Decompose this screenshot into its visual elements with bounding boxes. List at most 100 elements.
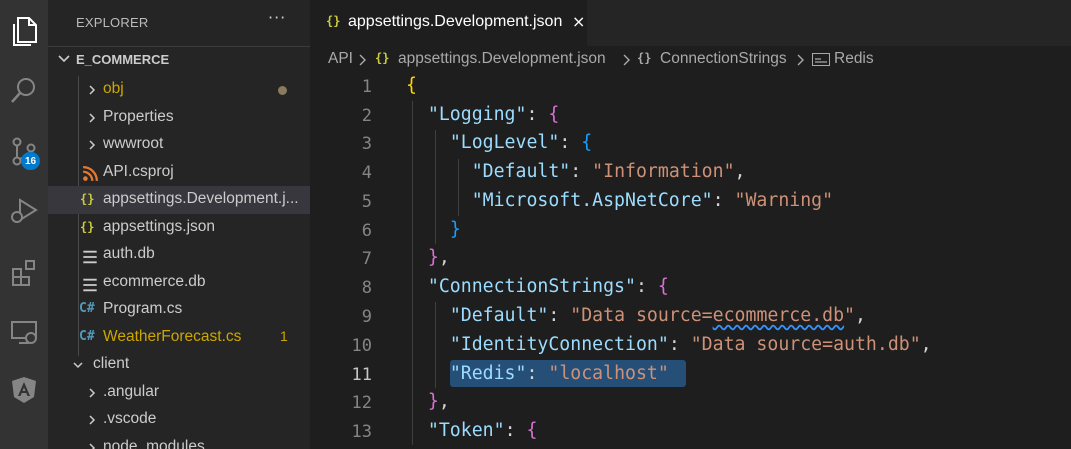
json-key: "Logging"	[427, 104, 527, 125]
code-line: "IdentityConnection": "Data source=auth.…	[449, 334, 932, 355]
code-line: "ConnectionStrings": {	[427, 276, 669, 297]
line-number: 13	[351, 422, 372, 442]
tree-item-label: appsettings.json	[103, 217, 216, 235]
code-line: "Logging": {	[427, 104, 560, 125]
tree-item-auth-db[interactable]: auth.db	[48, 241, 310, 269]
code-line: "Default": "Information",	[471, 161, 746, 182]
line-number: 4	[361, 163, 372, 183]
tree-item-vscode[interactable]: .vscode	[48, 406, 310, 434]
extensions-icon[interactable]	[0, 248, 48, 296]
chevron-right-icon	[623, 54, 630, 66]
search-icon[interactable]	[0, 66, 48, 114]
code-line: "Token": {	[427, 420, 538, 441]
workspace-section-header[interactable]: E_COMMERCE	[48, 46, 310, 72]
tree-item-label: Properties	[103, 107, 174, 125]
line-number: 1	[361, 77, 372, 97]
line-number: 7	[361, 249, 372, 269]
tab-appsettings-development[interactable]: {} appsettings.Development.json ×	[310, 0, 587, 46]
code-line: }	[449, 219, 461, 240]
tree-item-api-csproj[interactable]: API.csproj	[48, 159, 310, 187]
tree-item-node-modules[interactable]: node_modules	[48, 434, 310, 449]
tree-item-label: appsettings.Development.j...	[103, 190, 299, 207]
line-number: 12	[351, 393, 372, 413]
json-key: "Microsoft.AspNetCore"	[471, 190, 713, 211]
json-key: "LogLevel"	[449, 132, 560, 153]
tree-item-label: .vscode	[103, 410, 157, 427]
breadcrumb-connectionstrings[interactable]: ConnectionStrings	[660, 50, 787, 68]
tree-item-label: ecommerce.db	[103, 272, 206, 290]
tab-label: appsettings.Development.json	[348, 13, 563, 30]
code-editor[interactable]: 1 2 3 4 5 6 7 8 9 10 11 12 13 { "Logging…	[310, 74, 1071, 449]
editor-tab-bar: {} appsettings.Development.json ×	[310, 0, 1071, 46]
chevron-right-icon	[89, 387, 96, 398]
json-braces-icon: {}	[375, 51, 390, 65]
breadcrumb-file[interactable]: appsettings.Development.json	[398, 50, 606, 68]
modified-indicator	[278, 86, 287, 95]
tree-item-angular[interactable]: .angular	[48, 379, 310, 407]
chevron-right-icon	[89, 85, 96, 95]
chevron-right-icon	[89, 140, 96, 150]
tree-item-label: node_modules	[103, 437, 205, 449]
code-line: },	[427, 247, 450, 268]
csharp-icon: C#	[79, 328, 95, 344]
chevron-down-icon	[58, 55, 70, 63]
tree-item-label: wwwroot	[103, 135, 164, 152]
breadcrumb: API {} appsettings.Development.json {} C…	[310, 46, 1071, 74]
tree-item-appsettings-development[interactable]: {} appsettings.Development.j...	[48, 186, 310, 214]
tree-item-label: obj	[103, 80, 124, 97]
files-icon[interactable]	[0, 8, 48, 56]
json-string: "Warning"	[734, 190, 834, 211]
json-key: "Default"	[471, 161, 571, 182]
code-line: "Microsoft.AspNetCore": "Warning"	[471, 190, 834, 211]
json-string: "Data source=	[570, 305, 713, 326]
line-number: 6	[361, 221, 372, 241]
json-key: "ConnectionStrings"	[427, 276, 636, 297]
line-number: 2	[361, 106, 372, 126]
json-string: "Information"	[592, 161, 735, 182]
code-line: "LogLevel": {	[449, 132, 593, 153]
chevron-right-icon	[89, 112, 96, 123]
tree-item-label: WeatherForecast.cs	[103, 327, 242, 345]
more-actions-icon[interactable]: ···	[268, 8, 286, 27]
tree-item-appsettings[interactable]: {} appsettings.json	[48, 214, 310, 242]
tree-item-ecommerce-db[interactable]: ecommerce.db	[48, 269, 310, 297]
json-key: "IdentityConnection"	[449, 334, 669, 355]
code-line-current: "Redis": "localhost"	[449, 363, 669, 384]
tree-item-weatherforecast-cs[interactable]: C# WeatherForecast.cs 1	[48, 324, 310, 352]
line-number: 3	[361, 134, 372, 154]
run-debug-icon[interactable]	[0, 186, 48, 234]
remote-explorer-icon[interactable]	[0, 308, 48, 356]
problem-count: 1	[280, 327, 288, 344]
tree-item-properties[interactable]: Properties	[48, 104, 310, 132]
brace: {	[406, 75, 417, 96]
spelling-squiggle: ecommerce.db	[712, 305, 845, 326]
breadcrumb-redis[interactable]: Redis	[834, 50, 874, 68]
chevron-right-icon	[89, 442, 96, 449]
chevron-right-icon	[797, 54, 804, 66]
breadcrumb-api[interactable]: API	[328, 50, 353, 68]
explorer-sidebar: EXPLORER ··· E_COMMERCE obj Properties w…	[48, 0, 310, 449]
tree-item-label: Program.cs	[103, 300, 183, 317]
json-string: "	[844, 305, 855, 326]
code-line: },	[427, 391, 450, 412]
workspace-title: E_COMMERCE	[76, 52, 170, 67]
chevron-right-icon	[89, 415, 96, 425]
tree-item-client[interactable]: client	[48, 351, 310, 379]
json-string: "Data source=auth.db"	[690, 334, 921, 355]
angular-icon[interactable]	[0, 366, 48, 414]
rss-icon	[83, 165, 98, 181]
chevron-right-icon	[359, 54, 366, 66]
tree-item-program-cs[interactable]: C# Program.cs	[48, 296, 310, 324]
csharp-icon: C#	[79, 301, 95, 316]
tree-item-label: auth.db	[103, 245, 155, 262]
explorer-header: EXPLORER	[76, 15, 149, 30]
string-symbol-icon	[812, 53, 830, 66]
tree-item-wwwroot[interactable]: wwwroot	[48, 131, 310, 159]
tree-item-obj[interactable]: obj	[48, 76, 310, 104]
json-string: "localhost"	[548, 363, 669, 384]
source-control-badge: 16	[21, 152, 40, 170]
lines-icon	[83, 250, 97, 264]
json-key: "Token"	[427, 420, 505, 441]
line-number: 9	[361, 307, 372, 327]
close-icon[interactable]: ×	[572, 12, 585, 31]
